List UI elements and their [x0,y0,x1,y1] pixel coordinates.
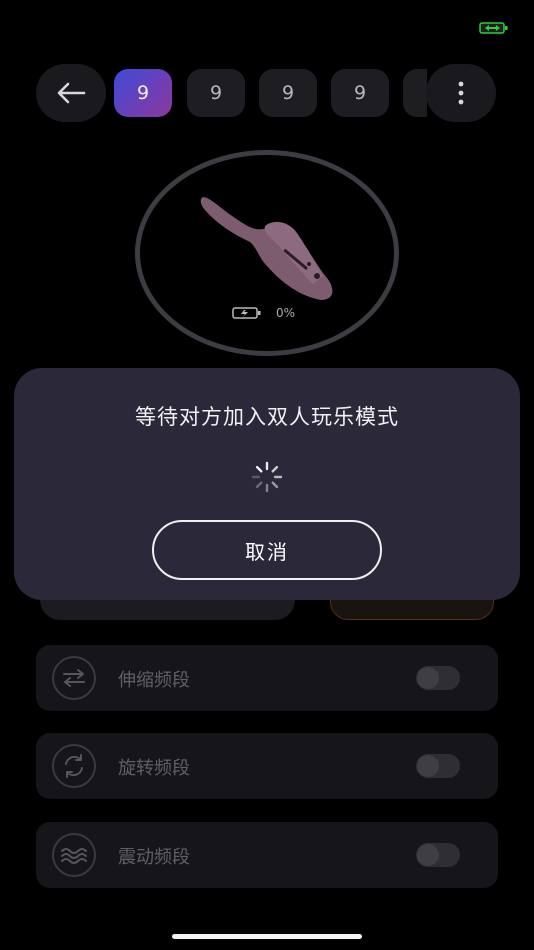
top-bar: 9 9 9 9 [0,64,534,124]
band-row-vibrate: 震动频段 [36,822,498,888]
waiting-dialog: 等待对方加入双人玩乐模式 取消 [14,368,520,600]
mode-chip-partial[interactable] [403,69,427,117]
toggle-knob [417,844,439,866]
band-row-rotate: 旋转频段 [36,733,498,799]
band-toggle[interactable] [416,843,460,867]
band-label: 震动频段 [118,847,190,868]
band-toggle[interactable] [416,754,460,778]
battery-charging-icon [479,20,509,34]
mode-chip-1[interactable]: 9 [114,69,172,117]
cancel-button[interactable]: 取消 [152,520,382,580]
back-button[interactable] [36,64,106,122]
more-button[interactable] [426,64,496,122]
rotate-icon [52,744,96,788]
band-label: 伸缩频段 [118,670,190,691]
toggle-knob [417,667,439,689]
chip-label: 9 [281,82,295,104]
chip-label: 9 [353,82,367,104]
toy-device-image [200,197,333,300]
band-label: 旋转频段 [118,758,190,779]
band-toggle[interactable] [416,666,460,690]
toggle-knob [417,755,439,777]
mode-chip-2[interactable]: 9 [187,69,245,117]
swap-arrows-icon [52,656,96,700]
wave-icon [52,833,96,877]
chip-label: 9 [209,82,223,104]
band-row-stretch: 伸缩频段 [36,645,498,711]
mode-chip-4[interactable]: 9 [331,69,389,117]
loading-spinner-icon [251,461,283,493]
arrow-left-icon [57,82,86,104]
battery-percent: 0% [276,306,296,320]
chip-label: 9 [136,82,150,104]
more-vertical-icon [458,81,464,105]
battery-icon [232,307,261,319]
dialog-title: 等待对方加入双人玩乐模式 [135,405,399,429]
device-battery: 0% [232,306,295,320]
home-indicator[interactable] [172,934,362,939]
mode-chip-3[interactable]: 9 [259,69,317,117]
